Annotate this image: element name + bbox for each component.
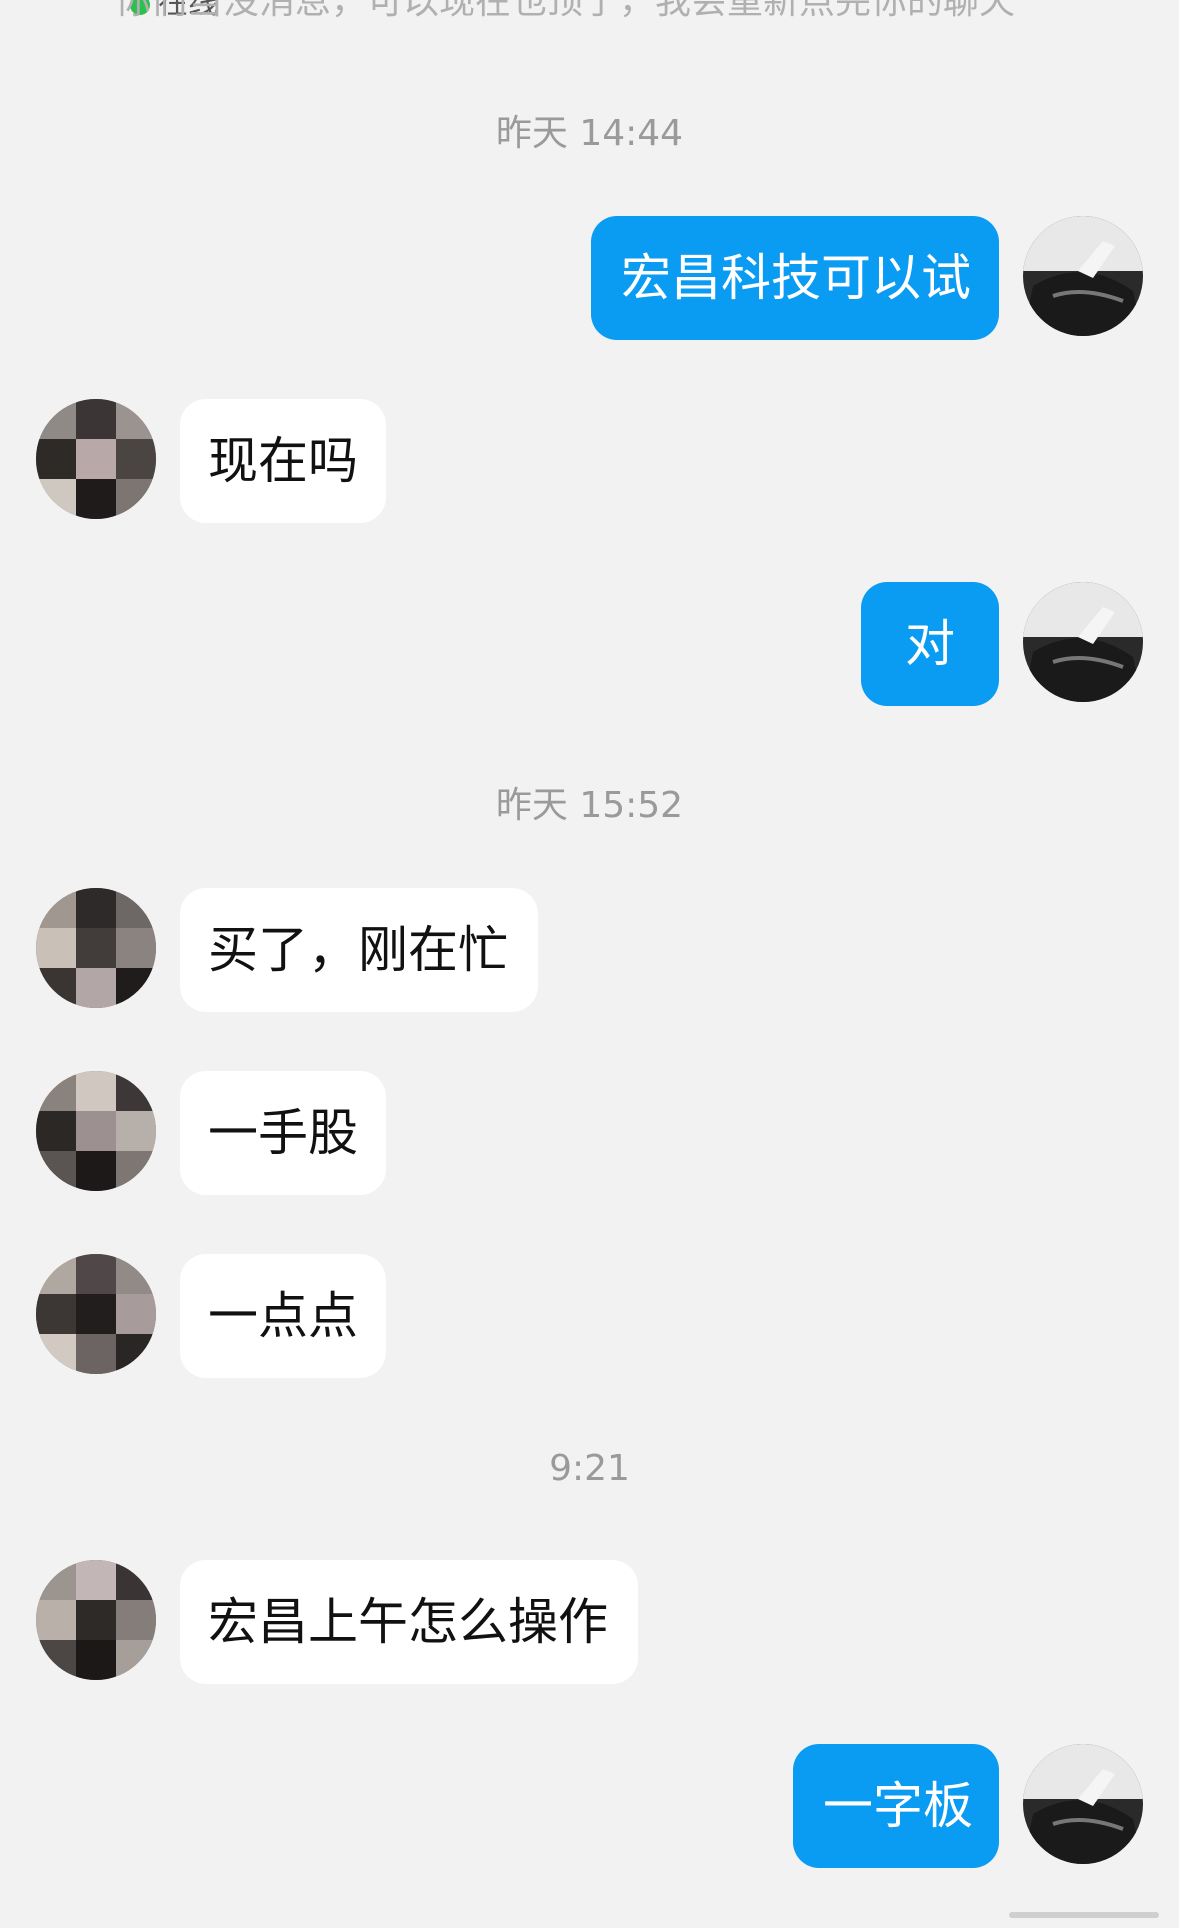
timestamp: 昨天 14:44 xyxy=(495,113,684,154)
incoming-bubble[interactable]: 现在吗 xyxy=(180,399,386,523)
pixelated-avatar-icon xyxy=(36,888,156,1008)
message-row-in: 一手股 xyxy=(0,1071,1179,1195)
outgoing-bubble[interactable]: 宏昌科技可以试 xyxy=(591,216,999,340)
timestamp: 9:21 xyxy=(549,1448,630,1489)
pixelated-avatar-icon xyxy=(36,1254,156,1374)
contact-avatar[interactable] xyxy=(36,1560,156,1680)
pixelated-avatar-icon xyxy=(36,1560,156,1680)
message-row-in: 买了，刚在忙 xyxy=(0,888,1179,1012)
top-header: 在线 你们当没消息，可以现在也顶了，我会重新点完你的聊天 xyxy=(0,0,1179,44)
hand-photo-icon xyxy=(1023,216,1143,336)
incoming-bubble[interactable]: 宏昌上午怎么操作 xyxy=(180,1560,638,1684)
pixelated-avatar-icon xyxy=(36,399,156,519)
my-avatar[interactable] xyxy=(1023,1744,1143,1864)
my-avatar[interactable] xyxy=(1023,582,1143,702)
contact-avatar[interactable] xyxy=(36,888,156,1008)
incoming-bubble[interactable]: 买了，刚在忙 xyxy=(180,888,538,1012)
notice-banner: 你们当没消息，可以现在也顶了，我会重新点完你的聊天 xyxy=(115,0,1016,22)
contact-avatar[interactable] xyxy=(36,399,156,519)
incoming-bubble[interactable]: 一手股 xyxy=(180,1071,386,1195)
contact-avatar[interactable] xyxy=(36,1071,156,1191)
outgoing-bubble[interactable]: 对 xyxy=(861,582,999,706)
message-row-in: 宏昌上午怎么操作 xyxy=(0,1560,1179,1684)
hand-photo-icon xyxy=(1023,1744,1143,1864)
message-row-out: 宏昌科技可以试 xyxy=(0,216,1179,340)
message-row-out: 对 xyxy=(0,582,1179,706)
home-indicator xyxy=(1009,1912,1159,1918)
pixelated-avatar-icon xyxy=(36,1071,156,1191)
my-avatar[interactable] xyxy=(1023,216,1143,336)
hand-photo-icon xyxy=(1023,582,1143,702)
message-row-out: 一字板 xyxy=(0,1744,1179,1868)
message-row-in: 现在吗 xyxy=(0,399,1179,523)
message-row-in: 一点点 xyxy=(0,1254,1179,1378)
contact-avatar[interactable] xyxy=(36,1254,156,1374)
incoming-bubble[interactable]: 一点点 xyxy=(180,1254,386,1378)
timestamp: 昨天 15:52 xyxy=(495,785,684,826)
outgoing-bubble[interactable]: 一字板 xyxy=(793,1744,999,1868)
